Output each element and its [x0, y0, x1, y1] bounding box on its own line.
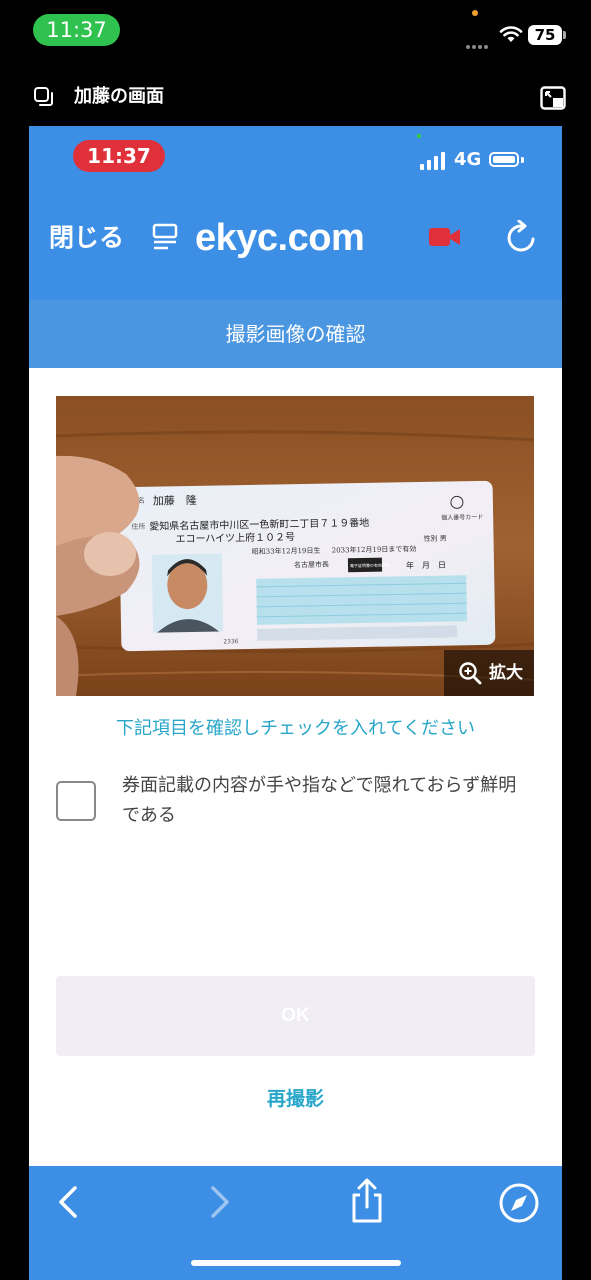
zoom-label: 拡大 — [489, 663, 523, 683]
screen-share-title: 加藤の画面 — [74, 86, 164, 107]
compass-icon[interactable] — [498, 1182, 540, 1224]
cellular-signal-icon — [466, 34, 492, 49]
confirm-checkbox[interactable] — [56, 781, 96, 821]
screen-share-icon — [34, 87, 53, 106]
inner-battery-icon — [489, 152, 519, 167]
inner-battery-tip — [521, 157, 524, 163]
browser-toolbar — [29, 1166, 562, 1280]
confirm-checkbox-label[interactable]: 券面記載の内容が手や指などで隠れておらず鮮明である — [122, 771, 532, 831]
wifi-icon — [499, 26, 523, 42]
list-icon[interactable] — [151, 222, 181, 252]
card-issuer: 名古屋市長 — [294, 560, 329, 570]
close-button[interactable]: 閉じる — [49, 218, 124, 258]
site-title: ekyc.com — [195, 217, 365, 259]
card-address-label: 住所 — [131, 522, 145, 531]
chevron-left-icon[interactable] — [53, 1184, 83, 1220]
mic-indicator-dot — [472, 10, 478, 16]
card-code: 2336 — [223, 638, 239, 645]
card-badge: 個人番号カード — [441, 513, 483, 522]
card-name: 加藤 隆 — [153, 493, 197, 508]
zoom-in-icon — [459, 662, 482, 685]
network-type: 4G — [454, 149, 482, 170]
reload-icon[interactable] — [505, 220, 537, 254]
camera-indicator-dot — [417, 134, 421, 138]
home-indicator — [191, 1260, 401, 1266]
video-camera-icon[interactable] — [429, 227, 461, 247]
shared-phone-screen: 11:37 4G 閉じる ekyc.com 撮影画像の確認 加藤 隆 住所 愛知… — [29, 126, 562, 1280]
outer-status-time: 11:37 — [33, 14, 120, 46]
battery-level: 75 — [528, 25, 562, 45]
card-date-labels: 年 月 日 — [406, 560, 446, 571]
zoom-button[interactable]: 拡大 — [444, 650, 534, 696]
instruction-text: 下記項目を確認しチェックを入れてください — [116, 718, 475, 739]
page-title: 撮影画像の確認 — [29, 300, 562, 368]
signal-bars-icon — [420, 150, 448, 170]
card-birth: 昭和33年12月19日生 — [252, 546, 321, 556]
ok-button[interactable]: OK — [56, 976, 535, 1056]
picture-in-picture-icon[interactable] — [540, 86, 566, 110]
retake-button[interactable]: 再撮影 — [29, 1084, 562, 1114]
battery-tip — [563, 31, 566, 39]
browser-header: 11:37 4G 閉じる ekyc.com — [29, 126, 562, 300]
chevron-right-icon[interactable] — [205, 1184, 235, 1220]
card-valid-until: 2033年12月19日まで有効 — [332, 544, 417, 554]
share-icon[interactable] — [349, 1178, 385, 1224]
card-sex: 性別 男 — [423, 534, 446, 543]
inner-status-time: 11:37 — [73, 140, 165, 172]
card-seal-box: 電子証明書の有効期限 — [350, 562, 390, 569]
